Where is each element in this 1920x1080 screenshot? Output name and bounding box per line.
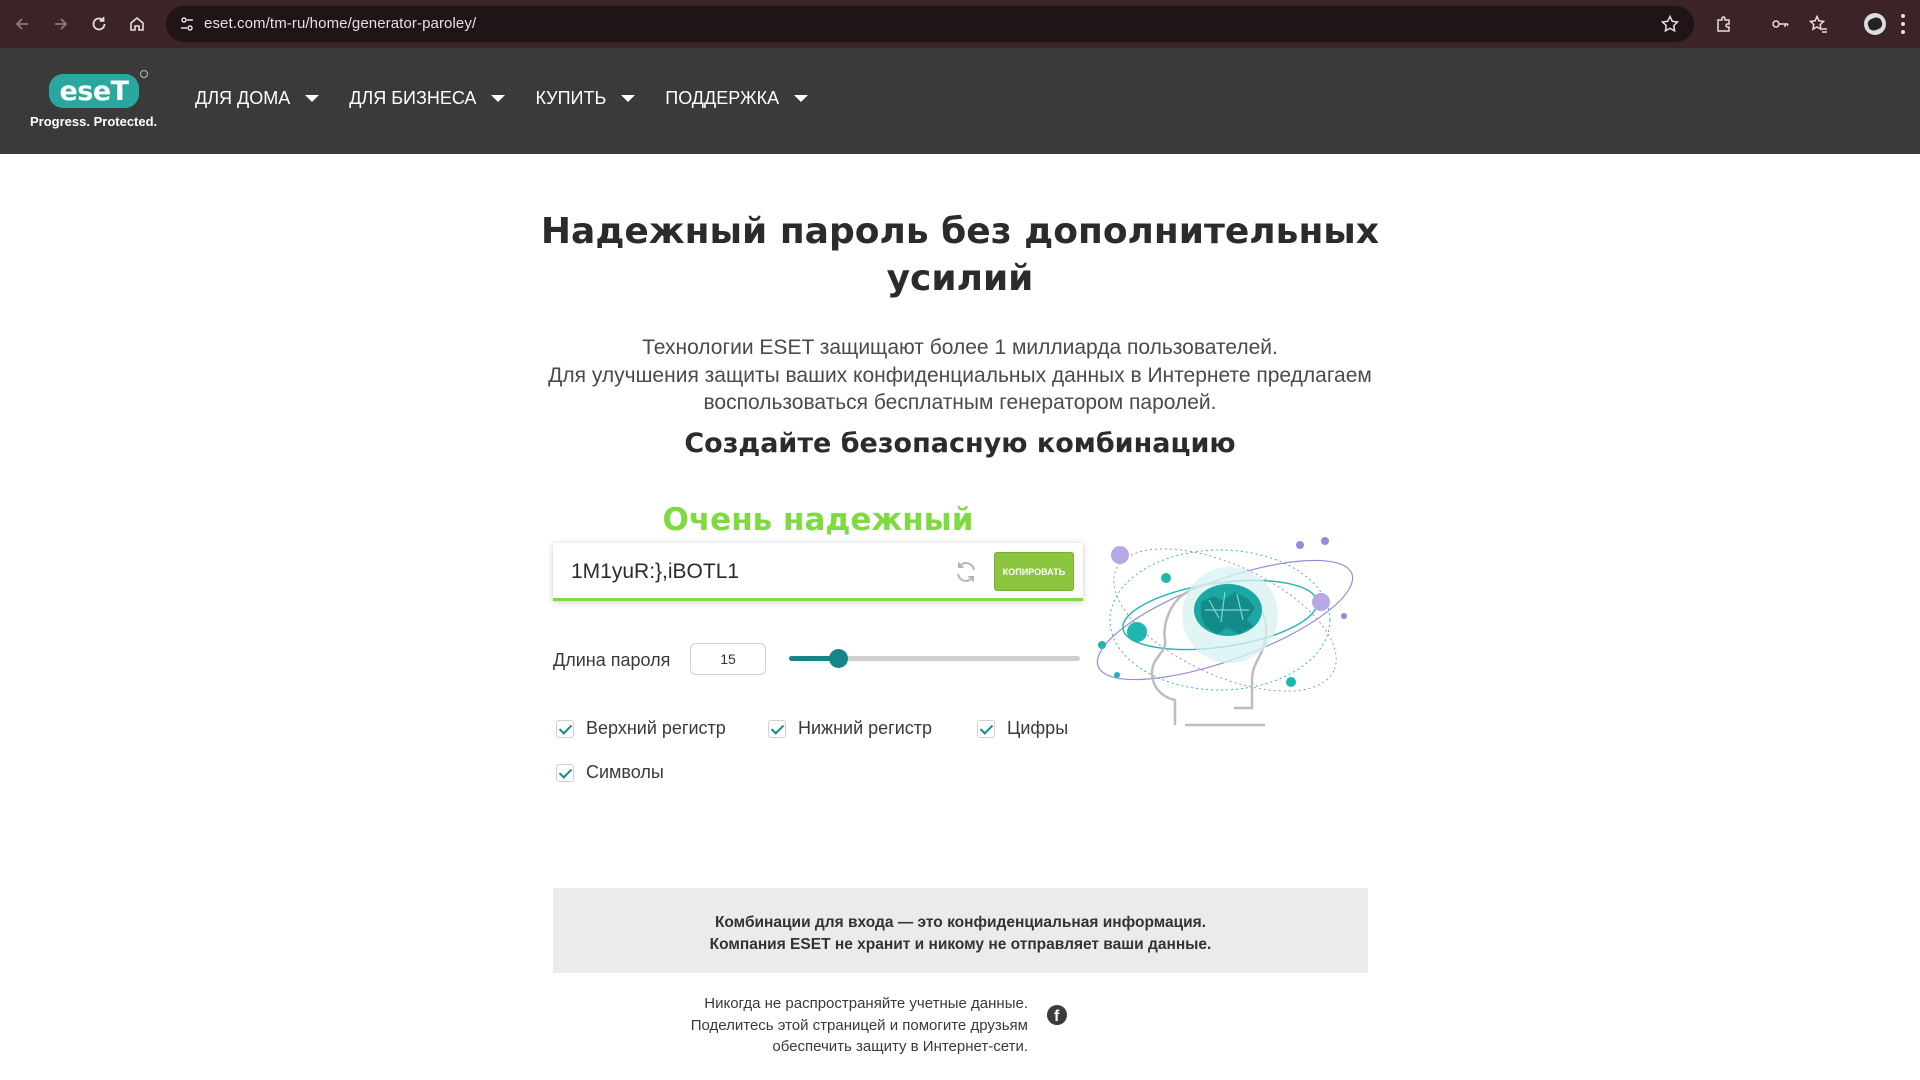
forward-button[interactable] bbox=[48, 12, 72, 36]
star-list-icon bbox=[1808, 14, 1827, 33]
privacy-notice: Комбинации для входа — это конфиденциаль… bbox=[553, 888, 1368, 973]
logo-tagline: Progress. Protected. bbox=[30, 114, 158, 129]
caret-down-icon bbox=[621, 95, 636, 102]
caret-down-icon bbox=[305, 95, 320, 102]
intro-line: воспользоваться бесплатным генератором п… bbox=[703, 391, 1217, 414]
key-icon bbox=[1772, 20, 1789, 28]
option-digits[interactable]: Цифры bbox=[977, 718, 1068, 739]
nav-label: ДЛЯ БИЗНЕСА bbox=[349, 88, 477, 108]
notice-line: Комбинации для входа — это конфиденциаль… bbox=[714, 914, 1207, 931]
option-label: Цифры bbox=[1007, 718, 1069, 738]
option-lowercase[interactable]: Нижний регистр bbox=[768, 718, 932, 739]
intro-line: Для улучшения защиты ваших конфиденциаль… bbox=[548, 363, 1372, 387]
profile-avatar[interactable] bbox=[1864, 13, 1886, 35]
option-uppercase[interactable]: Верхний регистр bbox=[556, 718, 726, 739]
password-value[interactable]: 1M1yuR:},iBOTL1 bbox=[571, 560, 739, 584]
intro-line: Технологии ESET защищают более 1 миллиар… bbox=[642, 336, 1278, 359]
option-label: Верхний регистр bbox=[586, 718, 726, 738]
address-bar[interactable]: eset.com/tm-ru/home/generator-paroley/ bbox=[166, 6, 1694, 42]
puzzle-icon bbox=[1717, 16, 1730, 32]
option-label: Нижний регистр bbox=[798, 718, 933, 738]
bookmark-star-icon[interactable] bbox=[1660, 14, 1680, 34]
eset-logo[interactable]: eseT Progress. Protected. bbox=[30, 68, 170, 138]
arrow-left-icon bbox=[15, 18, 28, 30]
nav-label: КУПИТЬ bbox=[535, 88, 607, 108]
option-symbols[interactable]: Символы bbox=[556, 762, 664, 783]
page-title: Надежный пароль без дополнительных усили… bbox=[480, 208, 1440, 302]
caret-down-icon bbox=[491, 95, 506, 102]
home-icon bbox=[130, 16, 144, 31]
refresh-icon[interactable] bbox=[953, 559, 979, 585]
page-title-line2: усилий bbox=[886, 258, 1034, 299]
home-button[interactable] bbox=[125, 12, 149, 36]
checkbox-checked[interactable] bbox=[556, 763, 574, 782]
strength-label: Очень надежный bbox=[662, 502, 974, 538]
nav-item-support[interactable]: ПОДДЕРЖКА bbox=[665, 88, 809, 109]
option-label: Символы bbox=[586, 762, 664, 782]
checkbox-checked[interactable] bbox=[977, 719, 995, 738]
length-input[interactable] bbox=[690, 643, 766, 675]
back-button[interactable] bbox=[11, 12, 35, 36]
copy-button[interactable]: КОПИРОВАТЬ bbox=[994, 552, 1074, 591]
reload-icon bbox=[92, 17, 106, 31]
nav-label: ПОДДЕРЖКА bbox=[665, 88, 780, 108]
chrome-menu-icon[interactable] bbox=[1900, 14, 1906, 34]
length-label: Длина пароля bbox=[553, 650, 671, 670]
notice-line: Компания ESET не хранит и никому не отпр… bbox=[709, 936, 1212, 953]
main-nav: ДЛЯ ДОМА ДЛЯ БИЗНЕСА КУПИТЬ ПОДДЕРЖКА bbox=[195, 88, 838, 109]
checkbox-checked[interactable] bbox=[556, 719, 574, 738]
nav-item-buy[interactable]: КУПИТЬ bbox=[535, 88, 636, 109]
reading-list-button[interactable] bbox=[1806, 12, 1830, 36]
share-line: Поделитесь этой страницей и помогите дру… bbox=[690, 1016, 1028, 1034]
url-text: eset.com/tm-ru/home/generator-paroley/ bbox=[204, 15, 477, 32]
nav-item-business[interactable]: ДЛЯ БИЗНЕСА bbox=[349, 88, 506, 109]
nav-label: ДЛЯ ДОМА bbox=[195, 88, 291, 108]
nav-item-home[interactable]: ДЛЯ ДОМА bbox=[195, 88, 320, 109]
checkbox-checked[interactable] bbox=[768, 719, 786, 738]
logo-wordmark: eseT bbox=[59, 75, 129, 107]
site-settings-icon[interactable] bbox=[178, 15, 196, 33]
slider-thumb[interactable] bbox=[829, 649, 849, 668]
site-header: eseT Progress. Protected. ДЛЯ ДОМА ДЛЯ Б… bbox=[0, 48, 1920, 154]
page-title-line1: Надежный пароль без дополнительных bbox=[540, 211, 1380, 252]
share-line: Никогда не распространяйте учетные данны… bbox=[704, 995, 1028, 1012]
arrow-right-icon bbox=[55, 18, 68, 30]
share-text: Никогда не распространяйте учетные данны… bbox=[590, 993, 1028, 1058]
facebook-icon[interactable]: f bbox=[1047, 1005, 1067, 1025]
password-field[interactable]: 1M1yuR:},iBOTL1 КОПИРОВАТЬ bbox=[553, 543, 1083, 601]
brain-illustration bbox=[1096, 537, 1354, 727]
extensions-button[interactable] bbox=[1712, 12, 1736, 36]
passwords-button[interactable] bbox=[1768, 12, 1792, 36]
reload-button[interactable] bbox=[87, 12, 111, 36]
caret-down-icon bbox=[794, 95, 809, 102]
section-heading: Создайте безопасную комбинацию bbox=[684, 428, 1236, 459]
intro-text: Технологии ESET защищают более 1 миллиар… bbox=[480, 334, 1440, 417]
length-slider[interactable] bbox=[789, 648, 1080, 668]
share-line: обеспечить защиту в Интернет-сети. bbox=[772, 1038, 1028, 1055]
registered-mark-icon bbox=[140, 70, 148, 78]
browser-toolbar: eset.com/tm-ru/home/generator-paroley/ bbox=[0, 0, 1920, 48]
logo-badge: eseT bbox=[49, 74, 139, 108]
